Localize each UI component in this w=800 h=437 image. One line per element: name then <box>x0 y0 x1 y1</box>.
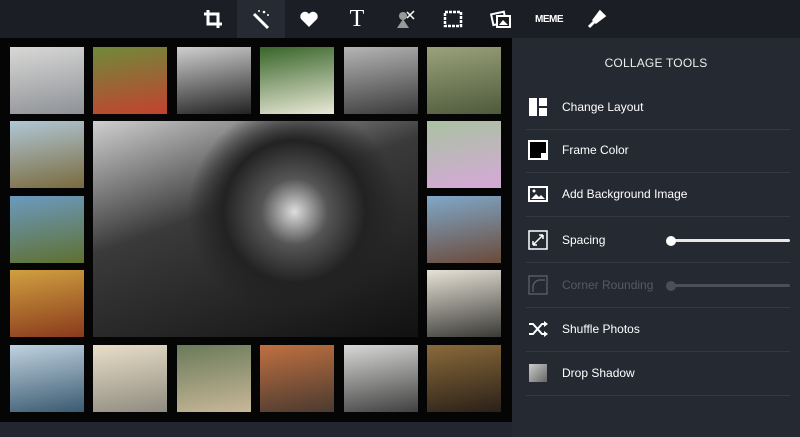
tool-slider[interactable] <box>666 236 790 246</box>
resize-icon <box>528 230 548 250</box>
slider-knob[interactable] <box>666 236 676 246</box>
panel-title: COLLAGE TOOLS <box>604 56 708 70</box>
collage-photo-tile[interactable] <box>427 47 501 114</box>
collage-main-photo[interactable] <box>93 121 418 337</box>
tool-corner-rounding: Corner Rounding <box>526 263 790 308</box>
collage-photo-tile[interactable] <box>260 47 334 114</box>
photos-icon <box>490 10 511 28</box>
collage-canvas[interactable] <box>0 38 512 422</box>
collage-photo-tile[interactable] <box>427 121 501 188</box>
tool-label: Add Background Image <box>562 187 688 201</box>
slider-track <box>670 239 790 242</box>
collage-tools-panel: COLLAGE TOOLS Change Layout Frame Color Ad… <box>512 38 800 437</box>
tool-drop-shadow[interactable]: Drop Shadow <box>526 351 790 396</box>
effects-button[interactable] <box>237 0 285 38</box>
cutout-icon <box>397 10 415 28</box>
tool-spacing[interactable]: Spacing <box>526 218 790 263</box>
tool-label: Shuffle Photos <box>562 322 640 336</box>
collage-photo-tile[interactable] <box>10 196 84 263</box>
collage-photo-tile[interactable] <box>93 345 167 412</box>
tool-label: Drop Shadow <box>562 366 635 380</box>
text-icon: T <box>349 5 365 32</box>
meme-button[interactable]: MEME <box>525 0 573 38</box>
magic-wand-icon <box>252 10 270 30</box>
tool-shuffle-photos[interactable]: Shuffle Photos <box>526 307 790 352</box>
heart-icon <box>300 11 318 27</box>
frame-color-icon <box>528 140 548 160</box>
collage-photo-tile[interactable] <box>10 47 84 114</box>
top-toolbar: T MEME <box>0 0 800 38</box>
shadow-icon <box>528 363 548 383</box>
tool-label: Spacing <box>562 233 606 247</box>
collage-photo-tile[interactable] <box>427 270 501 337</box>
collage-photo-tile[interactable] <box>177 345 251 412</box>
text-button[interactable]: T <box>333 0 381 38</box>
collage-photo-tile[interactable] <box>260 345 334 412</box>
collage-photo-tile[interactable] <box>10 121 84 188</box>
tool-label: Frame Color <box>562 143 629 157</box>
meme-icon: MEME <box>535 13 564 25</box>
corner-rounding-icon <box>528 275 548 295</box>
tool-add-background-image[interactable]: Add Background Image <box>526 172 790 217</box>
collage-photo-tile[interactable] <box>427 345 501 412</box>
image-icon <box>528 184 548 204</box>
frame-button[interactable] <box>429 0 477 38</box>
collage-photo-tile[interactable] <box>10 345 84 412</box>
tool-change-layout[interactable]: Change Layout <box>526 85 790 130</box>
collage-photo-tile[interactable] <box>10 270 84 337</box>
collage-photo-tile[interactable] <box>344 345 418 412</box>
slider-track <box>670 284 790 287</box>
brush-icon <box>587 9 607 29</box>
tool-label: Change Layout <box>562 100 644 114</box>
crop-icon <box>204 10 222 28</box>
background-button[interactable] <box>477 0 525 38</box>
collage-photo-tile[interactable] <box>427 196 501 263</box>
shuffle-icon <box>528 319 548 339</box>
collage-photo-tile[interactable] <box>177 47 251 114</box>
collage-photo-tile[interactable] <box>344 47 418 114</box>
collage-photo-tile[interactable] <box>93 47 167 114</box>
frame-icon <box>443 10 463 28</box>
stickers-button[interactable] <box>285 0 333 38</box>
draw-button[interactable] <box>573 0 621 38</box>
layout-icon <box>528 97 548 117</box>
crop-button[interactable] <box>189 0 237 38</box>
slider-knob <box>666 281 676 291</box>
cutout-button[interactable] <box>381 0 429 38</box>
tool-slider <box>666 281 790 291</box>
tool-frame-color[interactable]: Frame Color <box>526 128 790 173</box>
tool-label: Corner Rounding <box>562 278 654 292</box>
